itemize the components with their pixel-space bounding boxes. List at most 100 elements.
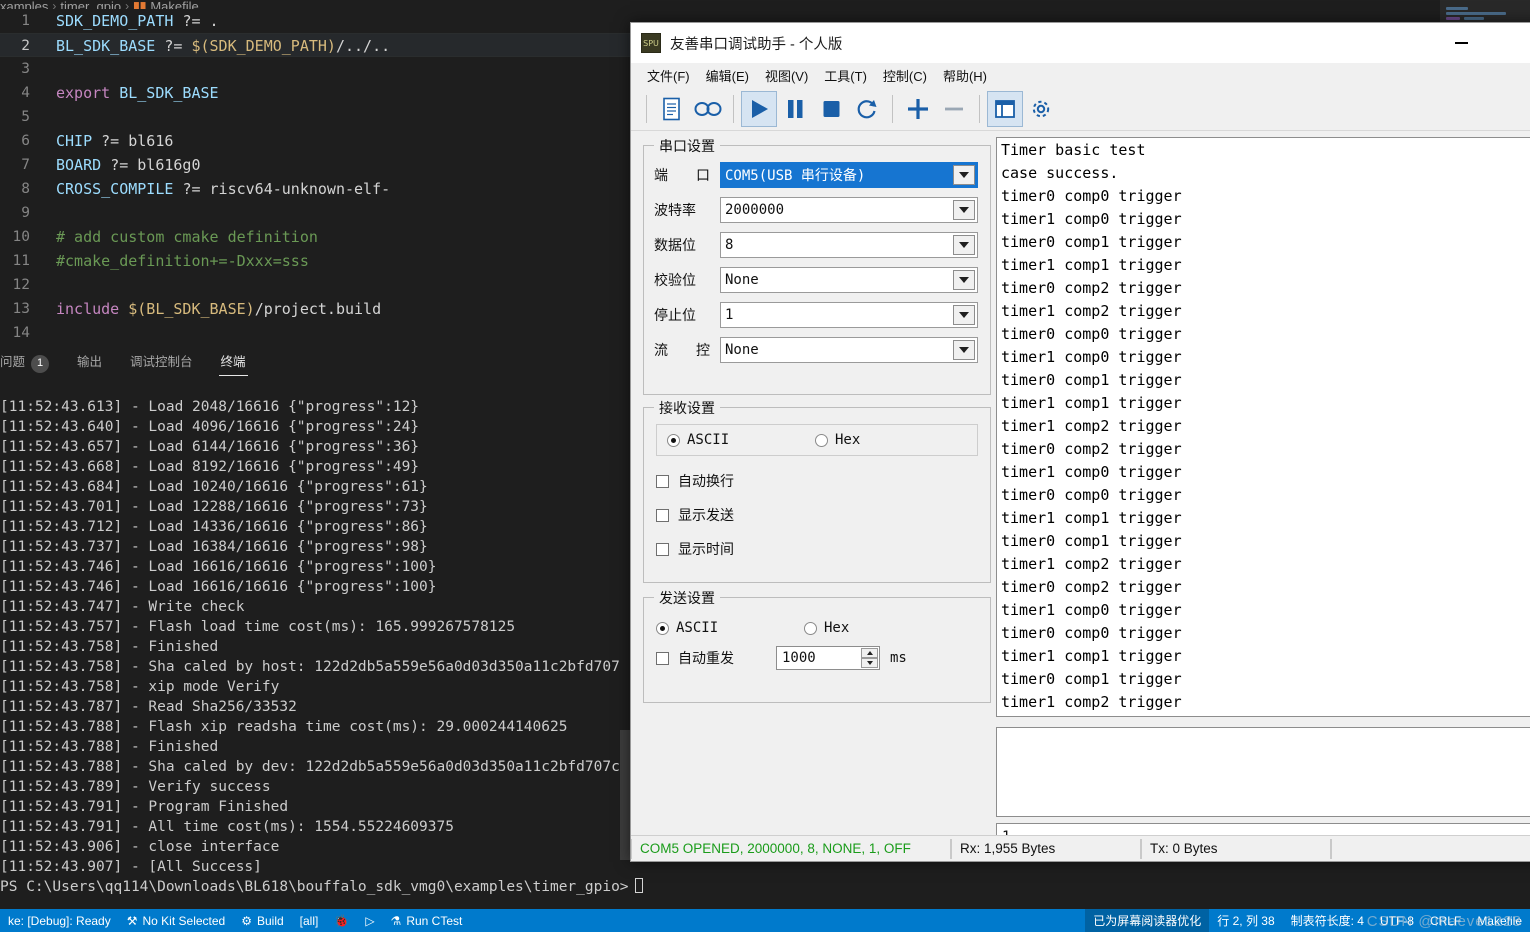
radio-off-icon xyxy=(804,621,817,635)
receive-option-label: 显示时间 xyxy=(678,541,734,557)
terminal-scrollbar[interactable] xyxy=(620,730,630,860)
menu-item[interactable]: 编辑(E) xyxy=(698,66,757,85)
send-settings-title: 发送设置 xyxy=(654,588,720,608)
status-bar-item[interactable]: ⚙ Build xyxy=(233,909,291,932)
field-label: 端口 xyxy=(654,167,710,183)
status-bar-item[interactable]: CRLF xyxy=(1422,909,1469,932)
serial-toolbar[interactable] xyxy=(631,87,1530,131)
field-combobox[interactable]: 2000000 xyxy=(720,197,978,223)
status-bar-item[interactable]: 行 2, 列 38 xyxy=(1209,909,1282,932)
receive-line: timer0 comp0 trigger xyxy=(1001,325,1182,343)
send-format-ascii-radio[interactable]: ASCII xyxy=(656,620,804,636)
status-bar-item[interactable]: 已为屏幕阅读器优化 xyxy=(1085,909,1210,932)
receive-option-checkbox[interactable]: 自动换行 xyxy=(656,464,978,498)
menu-item[interactable]: 工具(T) xyxy=(816,66,875,85)
send-text-area[interactable] xyxy=(996,727,1530,817)
field-combobox[interactable]: COM5(USB 串行设备) xyxy=(720,162,978,188)
chevron-down-icon[interactable] xyxy=(953,200,975,220)
radio-on-icon xyxy=(656,621,669,635)
send-settings-group: 发送设置 ASCII Hex 自动重发 1000 ms xyxy=(643,588,991,703)
record-icon[interactable] xyxy=(690,91,726,127)
receive-format-hex-radio[interactable]: Hex xyxy=(815,432,860,448)
code-text: BOARD ?= bl616g0 xyxy=(56,156,201,174)
receive-line: timer0 comp2 trigger xyxy=(1001,279,1182,297)
menu-item[interactable]: 帮助(H) xyxy=(935,66,995,85)
serial-body: 串口设置 端口 COM5(USB 串行设备) 波特率 2000000 数据位 8 校验位 No… xyxy=(631,131,1530,849)
status-bar-item[interactable]: Makefile xyxy=(1469,909,1530,932)
add-icon[interactable] xyxy=(900,91,936,127)
receive-option-checkbox[interactable]: 显示时间 xyxy=(656,532,978,566)
auto-resend-checkbox[interactable]: 自动重发 xyxy=(656,648,776,668)
chevron-down-icon[interactable] xyxy=(953,165,975,185)
field-combobox[interactable]: 1 xyxy=(720,302,978,328)
menu-item[interactable]: 控制(C) xyxy=(875,66,935,85)
refresh-icon[interactable] xyxy=(849,91,885,127)
stepper-up-icon[interactable] xyxy=(861,648,878,658)
line-number: 14 xyxy=(12,325,30,341)
code-text: CHIP ?= bl616 xyxy=(56,132,174,150)
serial-title-bar[interactable]: SPU 友善串口调试助手 - 个人版 xyxy=(631,23,1530,63)
panel-tab[interactable]: 终端 xyxy=(207,345,260,380)
serial-assistant-window[interactable]: SPU 友善串口调试助手 - 个人版 文件(F) 编辑(E) 视图(V) 工具(T) 控… xyxy=(630,22,1530,862)
code-text: SDK_DEMO_PATH ?= . xyxy=(56,12,219,30)
status-bar-item[interactable]: ▷ xyxy=(357,909,382,932)
layout-icon[interactable] xyxy=(987,90,1023,127)
menu-item[interactable]: 文件(F) xyxy=(639,66,698,85)
status-bar-item[interactable]: ⚒ No Kit Selected xyxy=(119,909,233,932)
new-file-icon[interactable] xyxy=(654,91,690,127)
send-format-hex-radio[interactable]: Hex xyxy=(804,620,849,636)
field-combobox[interactable]: None xyxy=(720,267,978,293)
field-combobox[interactable]: None xyxy=(720,337,978,363)
status-item-label: 行 2, 列 38 xyxy=(1217,914,1275,928)
receive-output-area[interactable]: Timer basic test case success. timer0 comp… xyxy=(996,137,1530,717)
port-setting-row: 停止位 1 xyxy=(654,302,978,328)
terminal-prompt[interactable]: PS C:\Users\qq114\Downloads\BL618\bouffa… xyxy=(0,877,1530,897)
minimize-button[interactable] xyxy=(1438,23,1484,63)
port-setting-row: 流控 None xyxy=(654,337,978,363)
line-number: 13 xyxy=(12,301,30,317)
chevron-down-icon[interactable] xyxy=(953,340,975,360)
status-bar-item[interactable]: [all] xyxy=(292,909,327,932)
status-bar-item[interactable]: 🐞 xyxy=(326,909,357,932)
stepper-buttons[interactable] xyxy=(861,648,878,668)
stop-icon[interactable] xyxy=(813,91,849,127)
chevron-down-icon[interactable] xyxy=(953,305,975,325)
remove-icon[interactable] xyxy=(936,91,972,127)
status-bar-item[interactable]: ke: [Debug]: Ready xyxy=(0,909,119,932)
status-item-icon: ▷ xyxy=(365,913,375,928)
stepper-down-icon[interactable] xyxy=(861,658,878,668)
menu-item[interactable]: 视图(V) xyxy=(757,66,816,85)
status-bar-item[interactable]: 制表符长度: 4 xyxy=(1283,909,1372,932)
chevron-down-icon[interactable] xyxy=(953,270,975,290)
code-text: BL_SDK_BASE ?= $(SDK_DEMO_PATH)/../.. xyxy=(56,37,391,55)
settings-icon[interactable] xyxy=(1023,91,1059,127)
receive-line: timer0 comp1 trigger xyxy=(1001,670,1182,688)
combobox-value: 2000000 xyxy=(725,202,785,218)
status-item-label: Run CTest xyxy=(406,913,463,928)
receive-option-checkbox[interactable]: 显示发送 xyxy=(656,498,978,532)
combobox-value: 1 xyxy=(725,307,734,323)
field-combobox[interactable]: 8 xyxy=(720,232,978,258)
chevron-down-icon[interactable] xyxy=(953,235,975,255)
line-number: 9 xyxy=(21,205,30,221)
connection-status: COM5 OPENED, 2000000, 8, NONE, 1, OFF xyxy=(631,838,951,859)
code-text: # add custom cmake definition xyxy=(56,228,318,246)
play-icon[interactable] xyxy=(741,90,777,127)
pause-icon[interactable] xyxy=(777,91,813,127)
panel-tab[interactable]: 问题 1 xyxy=(0,345,63,380)
field-label: 停止位 xyxy=(654,307,696,323)
line-number: 2 xyxy=(21,38,30,54)
checkbox-off-icon xyxy=(656,474,669,488)
status-bar-item[interactable]: ⚗ Run CTest xyxy=(383,909,471,932)
status-bar-item[interactable]: UTF-8 xyxy=(1372,909,1422,932)
receive-line: timer1 comp0 trigger xyxy=(1001,348,1182,366)
panel-tab[interactable]: 输出 xyxy=(63,345,116,380)
panel-tab[interactable]: 调试控制台 xyxy=(116,345,207,380)
combobox-value: None xyxy=(725,342,759,358)
receive-line: timer1 comp2 trigger xyxy=(1001,417,1182,435)
serial-menu-bar[interactable]: 文件(F) 编辑(E) 视图(V) 工具(T) 控制(C) 帮助(H) xyxy=(631,63,1530,87)
receive-format-ascii-radio[interactable]: ASCII xyxy=(667,432,815,448)
resend-interval-stepper[interactable]: 1000 xyxy=(776,646,880,670)
receive-hex-label: Hex xyxy=(835,432,861,448)
